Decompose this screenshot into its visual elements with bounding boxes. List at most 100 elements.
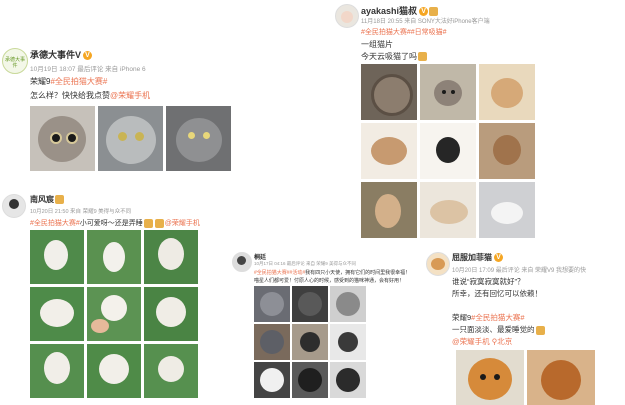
username[interactable]: 承德大事件V V <box>30 48 93 61</box>
user-avatar[interactable] <box>426 252 450 276</box>
post-line-1: 谁说“寂寞寂寞就好”？ <box>452 277 525 286</box>
username[interactable]: 屈服加菲猫 V <box>452 252 503 263</box>
photo-thumbnail[interactable] <box>292 362 328 398</box>
cat-photo-icon <box>493 135 521 165</box>
cat-photo-icon <box>491 202 523 224</box>
mention-link[interactable]: @荣耀手机 <box>110 91 150 100</box>
username[interactable]: 桐廷 <box>254 252 266 261</box>
cat-eye-icon <box>118 132 127 141</box>
user-avatar[interactable] <box>2 194 26 218</box>
post-tags: #全民拍猫大赛##日常吸猫# <box>361 27 447 37</box>
post-meta: 10月20日 21:50 来自 荣耀9 美得与众不同 <box>30 209 132 215</box>
cat-face-icon <box>431 258 445 270</box>
photo-thumbnail[interactable] <box>479 182 535 238</box>
hashtag-link[interactable]: #全民拍猫大赛# <box>50 77 107 86</box>
photo-thumbnail[interactable] <box>420 182 476 238</box>
cat-photo-icon <box>260 330 284 354</box>
photo-thumbnail[interactable] <box>420 64 476 120</box>
cat-photo-icon <box>44 352 70 384</box>
cat-eye-icon <box>188 132 195 139</box>
photo-thumbnail[interactable] <box>30 287 84 341</box>
cat-photo-icon <box>434 80 462 106</box>
photo-thumbnail[interactable] <box>144 344 198 398</box>
photo-thumbnail[interactable] <box>254 286 290 322</box>
hashtag-link[interactable]: #全民拍猫大赛# <box>30 220 80 227</box>
photo-thumbnail[interactable] <box>292 286 328 322</box>
location-link[interactable]: 北京 <box>497 337 512 346</box>
photo-thumbnail[interactable] <box>144 230 198 284</box>
photo-thumbnail[interactable] <box>144 287 198 341</box>
photo-thumbnail[interactable] <box>87 344 141 398</box>
username[interactable]: 南风宸 <box>30 194 65 205</box>
photo-thumbnail[interactable] <box>361 64 417 120</box>
photo-thumbnail[interactable] <box>420 123 476 179</box>
photo-thumbnail[interactable] <box>254 324 290 360</box>
username-text: 南风宸 <box>30 195 54 204</box>
cat-photo-icon <box>430 200 468 224</box>
photo-thumbnail[interactable] <box>254 362 290 398</box>
photo-thumbnail[interactable] <box>87 230 141 284</box>
cat-photo-icon <box>158 238 184 270</box>
cat-eye-icon <box>494 374 500 380</box>
photo-thumbnail[interactable] <box>30 230 84 284</box>
post-line-text: 小可爱呀～还是弄睡 <box>79 220 143 227</box>
user-avatar[interactable] <box>335 4 359 28</box>
person-avatar-icon <box>237 256 246 265</box>
mention-link[interactable]: @荣耀手机 <box>165 220 200 227</box>
photo-thumbnail[interactable] <box>330 362 366 398</box>
cat-photo-icon <box>156 297 186 327</box>
photo-thumbnail[interactable] <box>527 350 595 405</box>
cat-photo-icon <box>541 360 581 400</box>
weibo-post-nanfengchen: 南风宸 10月20日 21:50 来自 荣耀9 美得与众不同 #全民拍猫大赛#小… <box>0 190 215 405</box>
person-avatar-icon <box>9 199 19 209</box>
cat-eye-icon <box>442 90 446 94</box>
verified-badge-icon: V <box>419 7 429 17</box>
post-meta: 10月17日 04:16 最后评论 来自 荣耀9 美得与众不同 <box>254 261 357 266</box>
post-line-1-prefix: 荣耀9 <box>30 77 51 86</box>
post-line-5: @荣耀手机 ⚲北京 <box>452 336 512 347</box>
user-avatar[interactable] <box>232 252 252 272</box>
hashtag-link[interactable]: #全民拍猫大赛##活动# <box>254 270 305 276</box>
photo-thumbnail[interactable] <box>87 287 141 341</box>
cat-photo-icon <box>298 292 322 316</box>
emoji-icon <box>429 7 439 17</box>
mention-link[interactable]: @荣耀手机 <box>452 337 490 346</box>
emoji-icon <box>55 195 64 205</box>
post-line-2: 所幸，还有回忆可以依赖！ <box>452 289 542 298</box>
emoji-icon <box>418 52 427 62</box>
cat-photo-icon <box>40 299 74 327</box>
hashtag-link[interactable]: #全民拍猫大赛##日常吸猫# <box>361 29 447 36</box>
photo-thumbnail[interactable] <box>479 64 535 120</box>
cat-photo-icon <box>99 354 129 384</box>
cat-eye-icon <box>451 90 455 94</box>
cat-photo-icon <box>336 292 360 316</box>
cat-eye-icon <box>135 132 144 141</box>
photo-thumbnail[interactable] <box>330 324 366 360</box>
post-line-4: 一只面淡淡、最爱睡觉的 <box>452 324 546 335</box>
user-avatar[interactable]: 承德大事件 <box>2 48 28 74</box>
photo-thumbnail[interactable] <box>166 106 231 171</box>
photo-thumbnail[interactable] <box>361 182 417 238</box>
photo-thumbnail[interactable] <box>330 286 366 322</box>
weibo-post-garfield: 屈服加菲猫 V 10月20日 17:09 最后评论 来自 荣耀V9 我想要的快 谁… <box>422 248 625 405</box>
photo-thumbnail[interactable] <box>361 123 417 179</box>
post-line-2: 今天云吸猫了吗 <box>361 51 428 62</box>
photo-thumbnail[interactable] <box>479 123 535 179</box>
weibo-post-ayakashi: ayakashi猫叔 V 11月18日 20:55 来自 SONY大法好iPhon… <box>325 0 625 240</box>
post-meta: 10月19日 18:07 最后评论 来自 iPhone 6 <box>30 66 146 73</box>
hashtag-link[interactable]: #全民拍猫大赛# <box>471 313 524 322</box>
photo-thumbnail[interactable] <box>98 106 163 171</box>
post-tags: #全民拍猫大赛##活动#我有四只小天使，拥有它们的时间里我很幸福！ <box>254 269 410 276</box>
emoji-icon <box>154 218 164 228</box>
photo-thumbnail[interactable] <box>30 344 84 398</box>
post-line-1: 我有四只小天使，拥有它们的时间里我很幸福！ <box>305 270 411 276</box>
post-line-1: 荣耀9#全民拍猫大赛# <box>30 76 107 87</box>
photo-thumbnail[interactable] <box>292 324 328 360</box>
post-line-2: 怎么样？快快给我点赞@荣耀手机 <box>30 90 150 101</box>
avatar-logo-text: 承德大事件 <box>4 57 25 69</box>
photo-thumbnail[interactable] <box>456 350 524 405</box>
emoji-icon <box>143 218 153 228</box>
weibo-post-chengde: 承德大事件 承德大事件V V 10月19日 18:07 最后评论 来自 iPhon… <box>0 38 245 178</box>
cat-photo-icon <box>300 332 320 352</box>
photo-thumbnail[interactable] <box>30 106 95 171</box>
